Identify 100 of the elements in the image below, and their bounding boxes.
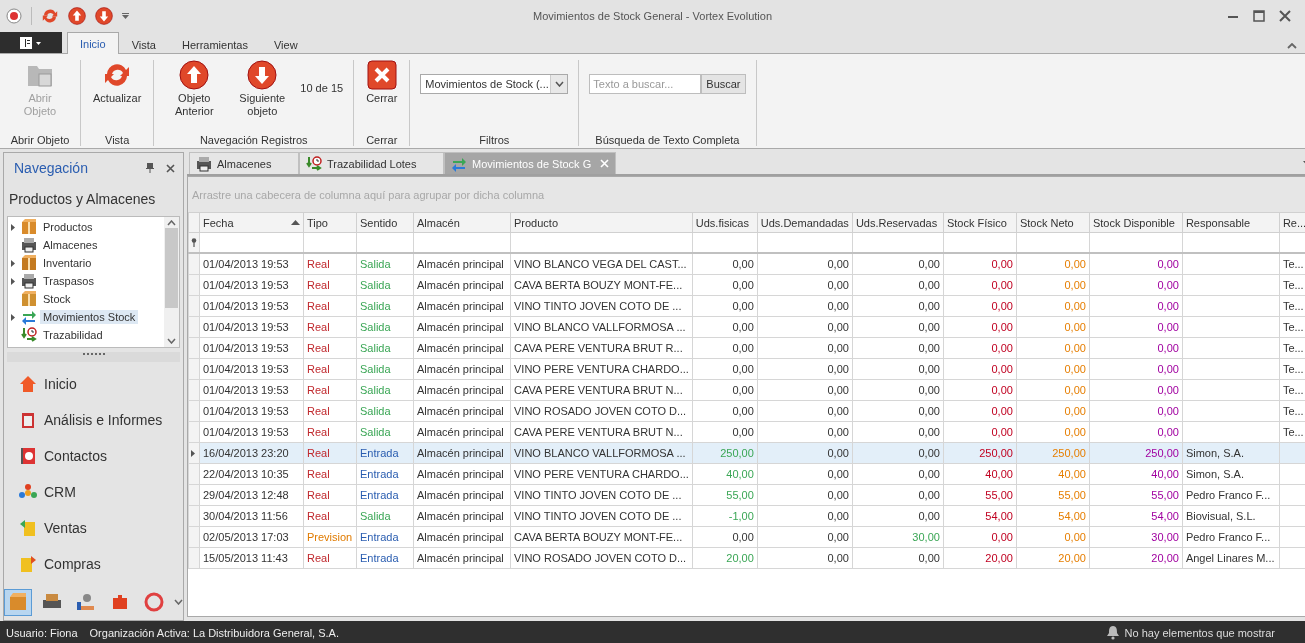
- table-cell: 0,00: [757, 253, 853, 275]
- caret-icon: [554, 81, 564, 87]
- tab-icon: [196, 155, 212, 172]
- expand-arrow-icon[interactable]: [11, 313, 15, 321]
- table-cell: 0,00: [943, 274, 1017, 296]
- ribbon-button[interactable]: Actualizar: [91, 60, 144, 105]
- tree-item[interactable]: Stock: [40, 292, 74, 306]
- tree-item[interactable]: Productos: [40, 220, 96, 234]
- group-label: Vista: [104, 133, 131, 146]
- column-header[interactable]: Tipo: [303, 212, 357, 233]
- table-cell: Real: [303, 337, 357, 359]
- collapse-ribbon-icon[interactable]: [1287, 43, 1297, 49]
- column-header[interactable]: Almacén: [413, 212, 511, 233]
- table-cell: 0,00: [943, 421, 1017, 443]
- ribbon-tab[interactable]: Vista: [118, 34, 169, 54]
- maximize-icon[interactable]: [1253, 10, 1265, 22]
- column-header[interactable]: Stock Disponible: [1089, 212, 1183, 233]
- ribbon-button[interactable]: Siguiente objeto: [232, 60, 293, 118]
- bell-icon[interactable]: [1105, 625, 1120, 640]
- table-cell: 0,00: [757, 547, 853, 569]
- close-icon[interactable]: [166, 163, 175, 173]
- table-cell: 0,00: [1016, 295, 1090, 317]
- expand-arrow-icon[interactable]: [11, 223, 15, 231]
- search-field[interactable]: Texto a buscar...: [589, 74, 702, 94]
- table-cell: 0,00: [1016, 526, 1090, 548]
- nav-group-button[interactable]: CRM: [4, 474, 183, 510]
- chevron-down-icon[interactable]: [174, 599, 183, 605]
- table-cell: Almacén principal: [413, 316, 511, 338]
- table-cell: Entrada: [356, 547, 414, 569]
- close-icon: [366, 60, 397, 90]
- table-cell: 0,00: [852, 379, 944, 401]
- close-icon[interactable]: [1279, 10, 1291, 22]
- table-cell: 55,00: [1089, 484, 1183, 506]
- expand-arrow-icon[interactable]: [11, 259, 15, 267]
- column-header[interactable]: Uds.fisicas: [692, 212, 758, 233]
- column-header[interactable]: Stock Neto: [1016, 212, 1090, 233]
- table-cell: 0,00: [757, 505, 853, 527]
- table-cell: 0,00: [757, 484, 853, 506]
- scrollbar[interactable]: [164, 217, 179, 347]
- table-cell: 54,00: [1089, 505, 1183, 527]
- filter-dropdown[interactable]: Movimientos de Stock (...: [420, 74, 569, 94]
- ribbon-tab[interactable]: Herramientas: [168, 34, 261, 54]
- tree-item[interactable]: Almacenes: [40, 238, 101, 252]
- tree-item[interactable]: Movimientos Stock: [40, 310, 139, 324]
- scroll-up-icon[interactable]: [167, 220, 176, 226]
- splitter-grip-icon[interactable]: [82, 352, 105, 356]
- table-cell: 0,00: [852, 316, 944, 338]
- table-cell: 0,00: [943, 253, 1017, 275]
- house-icon: [18, 374, 38, 394]
- table-cell: 0,00: [1089, 295, 1183, 317]
- app-logo-icon[interactable]: [6, 8, 22, 24]
- table-cell: Simon, S.A.: [1182, 463, 1280, 485]
- nav-group-button[interactable]: Contactos: [4, 438, 183, 474]
- table-cell: Almacén principal: [413, 253, 511, 275]
- table-cell: CAVA BERTA BOUZY MONT-FE...: [510, 274, 693, 296]
- column-header[interactable]: Uds.Reservadas: [852, 212, 944, 233]
- panel-title: Navegación: [14, 160, 89, 176]
- column-header[interactable]: Responsable: [1182, 212, 1280, 233]
- scroll-down-icon[interactable]: [167, 338, 176, 344]
- table-cell: 0,00: [1016, 358, 1090, 380]
- search-button[interactable]: Buscar: [701, 74, 746, 94]
- sort-ascending-icon[interactable]: [291, 220, 300, 225]
- ribbon-tab[interactable]: Inicio: [67, 32, 119, 54]
- column-header[interactable]: Uds.Demandadas: [757, 212, 853, 233]
- dropdown-caret-icon[interactable]: [122, 13, 129, 19]
- app-menu-button[interactable]: [0, 32, 62, 53]
- ribbon-tab[interactable]: View: [261, 34, 311, 54]
- ribbon-button[interactable]: Objeto Anterior: [164, 60, 225, 118]
- table-cell: Real: [303, 274, 357, 296]
- tree-item[interactable]: Inventario: [40, 256, 95, 270]
- document-tab[interactable]: Trazabilidad Lotes: [299, 152, 444, 174]
- nav-group-button[interactable]: Ventas: [4, 510, 183, 546]
- column-header[interactable]: Fecha: [199, 212, 304, 233]
- column-header[interactable]: Producto: [510, 212, 693, 233]
- arrows-icon: [21, 309, 37, 325]
- column-header[interactable]: Re...: [1279, 212, 1305, 233]
- table-cell: 29/04/2013 12:48: [199, 484, 304, 506]
- tree-item[interactable]: Trazabilidad: [40, 328, 106, 342]
- expand-arrow-icon[interactable]: [11, 277, 15, 285]
- nav-group-button[interactable]: Inicio: [4, 366, 183, 402]
- table-cell: 0,00: [1089, 421, 1183, 443]
- tree-item[interactable]: Traspasos: [40, 274, 97, 288]
- table-cell: 40,00: [943, 463, 1017, 485]
- table-cell: 16/04/2013 23:20: [199, 442, 304, 464]
- table-cell: Almacén principal: [413, 400, 511, 422]
- table-cell: VINO BLANCO VALLFORMOSA ...: [510, 316, 693, 338]
- table-cell: Real: [303, 295, 357, 317]
- table-cell: 0,00: [852, 421, 944, 443]
- pin-icon[interactable]: [146, 163, 154, 173]
- table-cell: 0,00: [1089, 253, 1183, 275]
- table-cell: 0,00: [692, 358, 758, 380]
- document-tab[interactable]: Almacenes: [189, 152, 299, 174]
- table-cell: 0,00: [757, 337, 853, 359]
- column-header[interactable]: Sentido: [356, 212, 414, 233]
- column-header[interactable]: Stock Físico: [943, 212, 1017, 233]
- ribbon-button[interactable]: Cerrar: [364, 60, 400, 105]
- nav-group-button[interactable]: Compras: [4, 546, 183, 582]
- table-cell: Biovisual, S.L.: [1182, 505, 1280, 527]
- nav-group-button[interactable]: Análisis e Informes: [4, 402, 183, 438]
- table-cell: Real: [303, 505, 357, 527]
